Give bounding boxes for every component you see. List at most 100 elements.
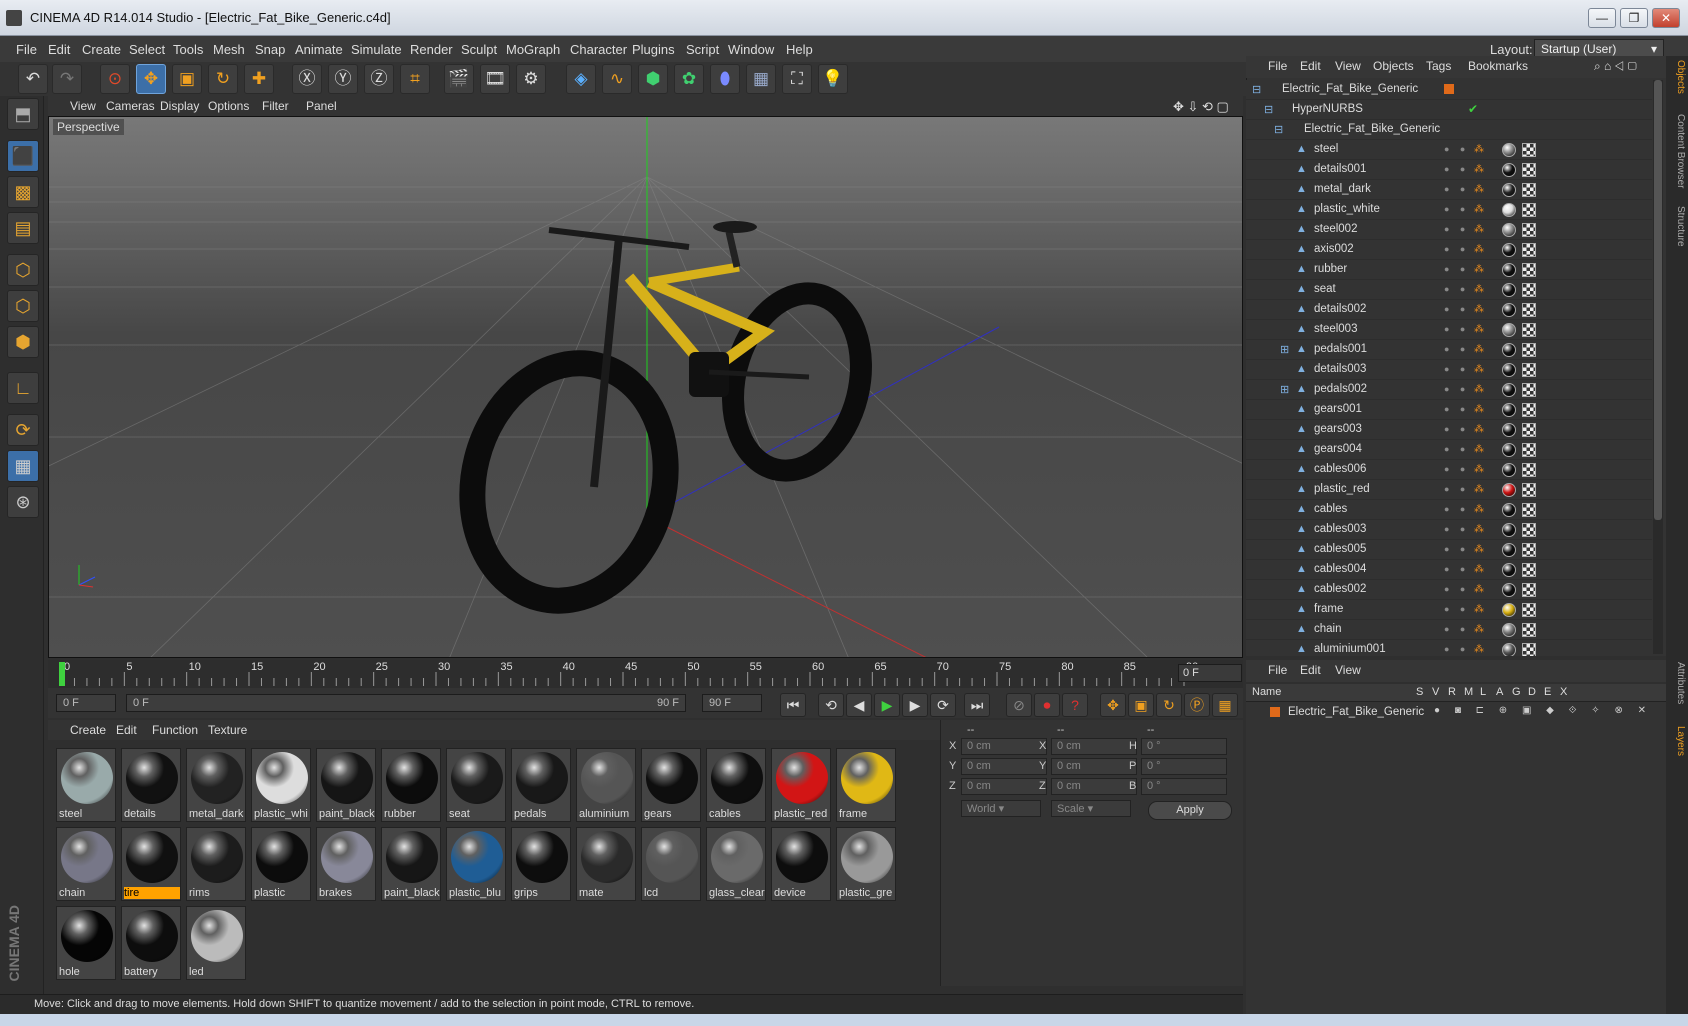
visibility-dots-icon[interactable]: ● ● (1444, 504, 1469, 514)
uvw-tag-icon[interactable] (1522, 623, 1536, 637)
object-row[interactable]: ▲ steel002 ● ● ⁂ (1246, 220, 1652, 240)
object-row[interactable]: ▲ axis002 ● ● ⁂ (1246, 240, 1652, 260)
visibility-dots-icon[interactable]: ● ● (1444, 564, 1469, 574)
coord-value-field[interactable]: 0 cm (1051, 758, 1137, 775)
material-tag-icon[interactable] (1502, 323, 1516, 337)
viewport-3d[interactable]: Perspective (48, 116, 1243, 658)
layer-row[interactable]: Electric_Fat_Bike_Generic ● ◙ ⊏ ⊕ ▣ ◆ ⟐ … (1250, 704, 1660, 722)
object-row[interactable]: ▲ details002 ● ● ⁂ (1246, 300, 1652, 320)
material-tag-icon[interactable] (1502, 623, 1516, 637)
record-keys-icon[interactable]: ⊘ (1006, 693, 1032, 717)
layer-column-header[interactable]: A (1496, 686, 1503, 698)
material-tag-icon[interactable] (1502, 143, 1516, 157)
object-row[interactable]: ▲ gears004 ● ● ⁂ (1246, 440, 1652, 460)
layer-column-header[interactable]: V (1432, 686, 1439, 698)
close-button[interactable]: ✕ (1652, 8, 1680, 28)
deformer-icon[interactable]: ⬮ (710, 64, 740, 94)
object-row[interactable]: ▲ plastic_red ● ● ⁂ (1246, 480, 1652, 500)
maximize-button[interactable]: ❐ (1620, 8, 1648, 28)
object-row[interactable]: ⊞ ▲ pedals002 ● ● ⁂ (1246, 380, 1652, 400)
phong-tag-icon[interactable]: ⁂ (1474, 504, 1484, 515)
object-row-root[interactable]: ⊟ Electric_Fat_Bike_Generic (1246, 80, 1652, 100)
menu-plugins[interactable]: Plugins (632, 42, 675, 57)
coordinate-system-icon[interactable]: ⌗ (400, 64, 430, 94)
material-swatch[interactable]: mate (576, 827, 636, 901)
material-tag-icon[interactable] (1502, 283, 1516, 297)
go-to-end-icon[interactable]: ⏭ (964, 693, 990, 717)
menu-mesh[interactable]: Mesh (213, 42, 245, 57)
tab-content-browser[interactable]: Content Browser (1668, 114, 1686, 188)
object-menu-edit[interactable]: Edit (1300, 59, 1321, 73)
object-menu-view[interactable]: View (1335, 59, 1361, 73)
visibility-dots-icon[interactable]: ● ● (1444, 224, 1469, 234)
layer-menu-edit[interactable]: Edit (1300, 663, 1321, 677)
texture-mode-icon[interactable]: ▩ (7, 176, 39, 208)
tab-structure[interactable]: Structure (1668, 206, 1686, 247)
menu-mograph[interactable]: MoGraph (506, 42, 560, 57)
y-axis-lock-icon[interactable]: Ⓨ (328, 64, 358, 94)
object-row[interactable]: ▲ frame ● ● ⁂ (1246, 600, 1652, 620)
visibility-dots-icon[interactable]: ● ● (1444, 524, 1469, 534)
collapse-icon[interactable]: ⊟ (1252, 83, 1261, 96)
object-row[interactable]: ▲ seat ● ● ⁂ (1246, 280, 1652, 300)
uvw-tag-icon[interactable] (1522, 483, 1536, 497)
coord-value-field[interactable]: 0 cm (1051, 778, 1137, 795)
phong-tag-icon[interactable]: ⁂ (1474, 584, 1484, 595)
phong-tag-icon[interactable]: ⁂ (1474, 224, 1484, 235)
go-to-start-icon[interactable]: ⏮ (780, 693, 806, 717)
key-parameter-icon[interactable]: Ⓟ (1184, 693, 1210, 717)
light-icon[interactable]: 💡 (818, 64, 848, 94)
phong-tag-icon[interactable]: ⁂ (1474, 444, 1484, 455)
next-key-icon[interactable]: ⟳ (930, 693, 956, 717)
material-swatch[interactable]: plastic_gre (836, 827, 896, 901)
material-swatch[interactable]: cables (706, 748, 766, 822)
phong-tag-icon[interactable]: ⁂ (1474, 424, 1484, 435)
key-pla-icon[interactable]: ▦ (1212, 693, 1238, 717)
uvw-tag-icon[interactable] (1522, 363, 1536, 377)
object-row[interactable]: ▲ cables ● ● ⁂ (1246, 500, 1652, 520)
phong-tag-icon[interactable]: ⁂ (1474, 144, 1484, 155)
material-swatch[interactable]: gears (641, 748, 701, 822)
object-row[interactable]: ⊞ ▲ pedals001 ● ● ⁂ (1246, 340, 1652, 360)
viewport-menu-filter[interactable]: Filter (262, 99, 289, 113)
edges-mode-icon[interactable]: ⬡ (7, 290, 39, 322)
material-swatch[interactable]: steel (56, 748, 116, 822)
rotate-tool-icon[interactable]: ↻ (208, 64, 238, 94)
uvw-tag-icon[interactable] (1522, 263, 1536, 277)
phong-tag-icon[interactable]: ⁂ (1474, 544, 1484, 555)
viewport-menu-cameras[interactable]: Cameras (106, 99, 155, 113)
material-swatch[interactable]: paint_black (381, 827, 441, 901)
object-row[interactable]: ▲ chain ● ● ⁂ (1246, 620, 1652, 640)
uvw-tag-icon[interactable] (1522, 223, 1536, 237)
coord-value-field[interactable]: 0 cm (961, 738, 1047, 755)
scrollbar-thumb[interactable] (1654, 80, 1662, 520)
visibility-dots-icon[interactable]: ● ● (1444, 644, 1469, 654)
material-tag-icon[interactable] (1502, 363, 1516, 377)
phong-tag-icon[interactable]: ⁂ (1474, 384, 1484, 395)
phong-tag-icon[interactable]: ⁂ (1474, 204, 1484, 215)
material-tag-icon[interactable] (1502, 263, 1516, 277)
material-swatch[interactable]: plastic (251, 827, 311, 901)
object-search-icon[interactable]: ⌕ ⌂ ◁ ▢ (1594, 59, 1637, 74)
material-swatch[interactable]: tire (121, 827, 181, 901)
material-tag-icon[interactable] (1502, 543, 1516, 557)
visibility-dots-icon[interactable]: ● ● (1444, 544, 1469, 554)
visibility-dots-icon[interactable]: ● ● (1444, 144, 1469, 154)
menu-animate[interactable]: Animate (295, 42, 343, 57)
material-swatch[interactable]: plastic_whi (251, 748, 311, 822)
visibility-dots-icon[interactable]: ● ● (1444, 264, 1469, 274)
uvw-tag-icon[interactable] (1522, 443, 1536, 457)
layer-column-header[interactable]: E (1544, 686, 1551, 698)
material-swatch[interactable]: brakes (316, 827, 376, 901)
floor-icon[interactable]: ▦ (746, 64, 776, 94)
layer-column-header[interactable]: L (1480, 686, 1486, 698)
object-row[interactable]: ▲ steel ● ● ⁂ (1246, 140, 1652, 160)
visibility-dots-icon[interactable]: ● ● (1444, 424, 1469, 434)
uvw-tag-icon[interactable] (1522, 643, 1536, 656)
object-row[interactable]: ▲ cables002 ● ● ⁂ (1246, 580, 1652, 600)
play-icon[interactable]: ▶ (874, 693, 900, 717)
material-swatch[interactable]: hole (56, 906, 116, 980)
object-menu-objects[interactable]: Objects (1373, 59, 1414, 73)
uvw-tag-icon[interactable] (1522, 183, 1536, 197)
layer-column-header[interactable]: G (1512, 686, 1521, 698)
